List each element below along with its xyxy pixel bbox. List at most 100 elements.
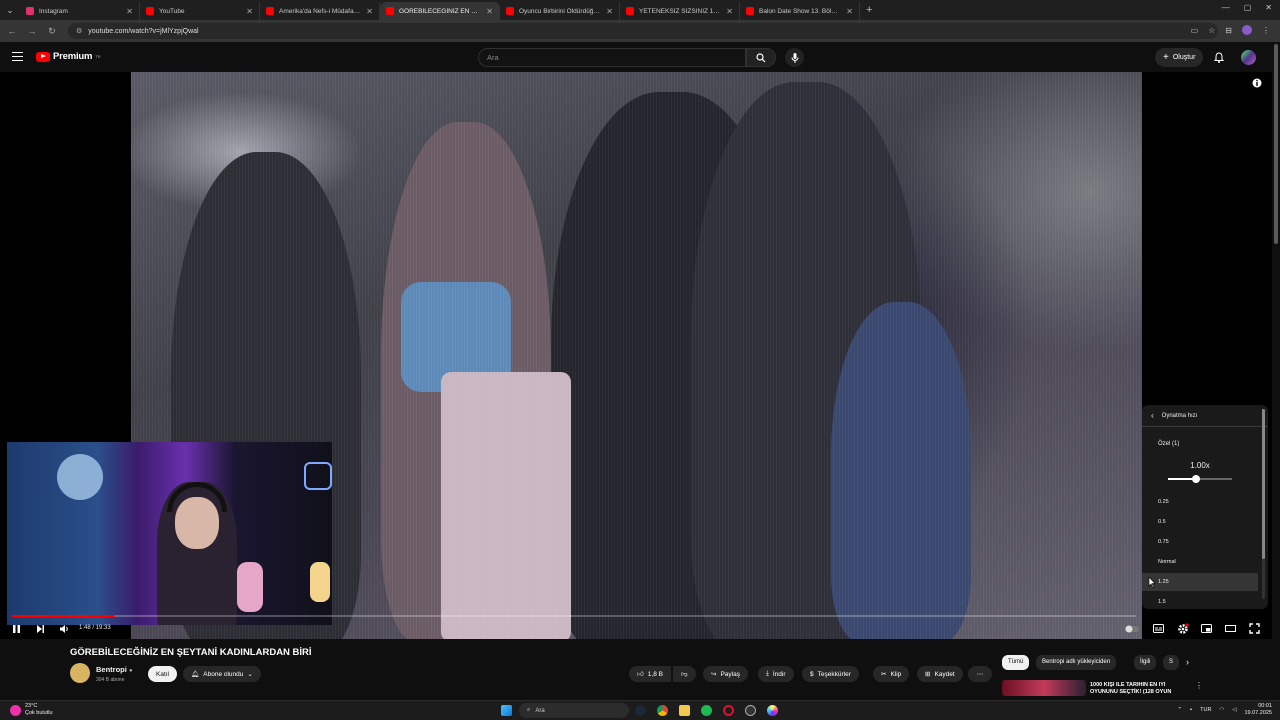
close-tab-icon[interactable]: ✕ — [246, 7, 253, 16]
tray-app-icon[interactable]: ▪ — [1190, 707, 1192, 713]
extensions-icon[interactable]: ⊟ — [1225, 26, 1232, 35]
browser-tab[interactable]: Amerika'da Nefs-i Müdafaa - Y ✕ — [260, 2, 380, 20]
chevron-right-icon[interactable]: › — [1186, 657, 1189, 667]
browser-tab[interactable]: Balon Date Show 13. Bölüm De ✕ — [740, 2, 860, 20]
autoplay-toggle[interactable] — [1125, 625, 1139, 633]
page-scrollbar[interactable] — [1272, 42, 1280, 700]
create-button[interactable]: + Oluştur — [1155, 48, 1204, 67]
cast-icon[interactable]: ▭ — [1191, 26, 1199, 35]
thanks-button[interactable]: $ Teşekkürler — [802, 666, 859, 682]
new-tab-button[interactable]: + — [866, 4, 872, 16]
speed-option-selected[interactable]: 1.25 — [1142, 573, 1258, 591]
clip-button[interactable]: ✂ Klip — [873, 666, 910, 682]
search-button[interactable] — [746, 48, 776, 67]
close-tab-icon[interactable]: ✕ — [486, 7, 493, 16]
menu-icon[interactable] — [12, 52, 23, 61]
related-video-title[interactable]: 1000 KİŞİ İLE TARİHİN EN İYİ OYUNUNU SEÇ… — [1090, 682, 1186, 696]
channel-name[interactable]: Bentropi ● — [96, 665, 133, 674]
tab-search-icon[interactable]: ⌄ — [0, 0, 20, 20]
close-window-icon[interactable]: ✕ — [1265, 3, 1272, 12]
chip-related[interactable]: İlgili — [1134, 655, 1157, 670]
close-tab-icon[interactable]: ✕ — [606, 7, 613, 16]
site-info-icon[interactable]: ⚙ — [76, 27, 82, 35]
settings-gear-icon[interactable] — [1177, 623, 1189, 635]
browser-tab[interactable]: GÖREBİLECEĞİNİZ EN ŞEYT ✕ — [380, 2, 500, 20]
related-more-icon[interactable]: ⋮ — [1195, 681, 1203, 690]
back-icon[interactable]: ← — [4, 26, 20, 36]
subtitles-icon[interactable] — [1153, 624, 1164, 633]
profile-avatar[interactable] — [1242, 25, 1252, 35]
channel-avatar[interactable] — [70, 663, 90, 683]
browser-tab[interactable]: YETENEKSİZ SIZSINIZ 1. BÖLÜM ✕ — [620, 2, 740, 20]
subscribed-button[interactable]: 🔔︎ Abone olundu ⌄ — [183, 666, 261, 682]
account-avatar[interactable] — [1241, 50, 1256, 65]
speed-option[interactable]: 0.25 — [1142, 493, 1258, 511]
custom-speed-label[interactable]: Özel (1) — [1158, 441, 1179, 447]
wifi-icon[interactable]: ◠ — [1219, 707, 1224, 713]
save-button[interactable]: ⊞ Kaydet — [917, 666, 963, 682]
chevron-left-icon[interactable]: ‹ — [1151, 411, 1154, 420]
search-input[interactable]: Ara — [478, 48, 746, 67]
voice-search-button[interactable] — [785, 48, 804, 67]
next-icon[interactable] — [36, 624, 45, 634]
opera-icon[interactable] — [723, 705, 734, 716]
volume-icon[interactable] — [59, 624, 70, 634]
forward-icon[interactable]: → — [24, 26, 40, 36]
miniplayer-icon[interactable] — [1201, 624, 1212, 633]
browser-menu-icon[interactable]: ⋮ — [1262, 26, 1270, 35]
related-video-thumbnail[interactable] — [1002, 680, 1086, 696]
chip-more[interactable]: S — [1163, 655, 1180, 670]
file-explorer-icon[interactable] — [679, 705, 690, 716]
chrome-icon[interactable] — [657, 705, 668, 716]
close-tab-icon[interactable]: ✕ — [126, 7, 133, 16]
minimize-icon[interactable]: — — [1222, 3, 1230, 12]
dislike-button[interactable]: 👎︎ — [673, 666, 696, 682]
progress-bar[interactable] — [12, 615, 1136, 617]
close-tab-icon[interactable]: ✕ — [726, 7, 733, 16]
share-button[interactable]: ↪ Paylaş — [703, 666, 748, 682]
spotify-icon[interactable] — [701, 705, 712, 716]
fullscreen-icon[interactable] — [1249, 623, 1260, 634]
taskbar-search[interactable]: ⌕ Ara — [519, 703, 629, 718]
speed-menu-header[interactable]: ‹ Oynatma hızı — [1142, 405, 1268, 427]
browser-tab[interactable]: Oyuncu Birbirini Öldürdüğü Ku ✕ — [500, 2, 620, 20]
download-button[interactable]: ⤓ İndir — [758, 666, 794, 682]
video-player[interactable]: 1:48 / 19:33 — [0, 72, 1272, 639]
speed-option[interactable]: 0.5 — [1142, 513, 1258, 531]
browser-tab[interactable]: YouTube ✕ — [140, 2, 260, 20]
more-actions-button[interactable]: ⋯ — [968, 666, 992, 682]
url-field[interactable]: ⚙ youtube.com/watch?v=jMlYzpjQwal — [68, 23, 1218, 39]
maximize-icon[interactable]: ▢ — [1244, 3, 1252, 12]
speed-option[interactable]: 1.5 — [1142, 593, 1258, 609]
speed-slider-knob[interactable] — [1192, 475, 1200, 483]
weather-widget[interactable]: 23°C Çok bulutlu — [10, 703, 53, 717]
reload-icon[interactable]: ↻ — [44, 26, 60, 37]
bookmark-star-icon[interactable]: ☆ — [1208, 26, 1215, 35]
pause-icon[interactable] — [12, 624, 21, 634]
chip-from-uploader[interactable]: Bentropi adlı yükleyiciden — [1036, 655, 1117, 670]
youtube-logo[interactable]: Premium TR — [36, 51, 101, 62]
info-icon[interactable] — [1252, 78, 1262, 88]
steam-icon[interactable] — [635, 705, 646, 716]
close-tab-icon[interactable]: ✕ — [846, 7, 853, 16]
chip-all[interactable]: Tümü — [1002, 655, 1030, 670]
clock[interactable]: 00:01 19.07.2025 — [1244, 703, 1272, 717]
windows-start-icon[interactable] — [501, 705, 512, 716]
obs-icon[interactable] — [745, 705, 756, 716]
tray-chevron-icon[interactable]: ⌃ — [1178, 707, 1183, 713]
speed-menu-scroll-thumb[interactable] — [1262, 409, 1265, 559]
browser-tab[interactable]: Instagram ✕ — [20, 2, 140, 20]
browser-app-icon[interactable] — [767, 705, 778, 716]
theater-mode-icon[interactable] — [1225, 625, 1236, 632]
close-tab-icon[interactable]: ✕ — [366, 7, 373, 16]
notifications-bell-icon[interactable] — [1214, 52, 1224, 63]
speed-menu-scrollbar[interactable] — [1262, 409, 1265, 599]
language-indicator[interactable]: TUR — [1200, 707, 1211, 713]
speed-slider[interactable] — [1168, 478, 1232, 480]
like-button[interactable]: 👍︎ 1,8 B — [629, 666, 671, 682]
speaker-icon[interactable]: ◁ — [1232, 707, 1236, 713]
speed-option[interactable]: Normal — [1142, 553, 1258, 571]
speed-option[interactable]: 0.75 — [1142, 533, 1258, 551]
page-scroll-thumb[interactable] — [1274, 44, 1278, 244]
join-button[interactable]: Katıl — [148, 666, 178, 682]
